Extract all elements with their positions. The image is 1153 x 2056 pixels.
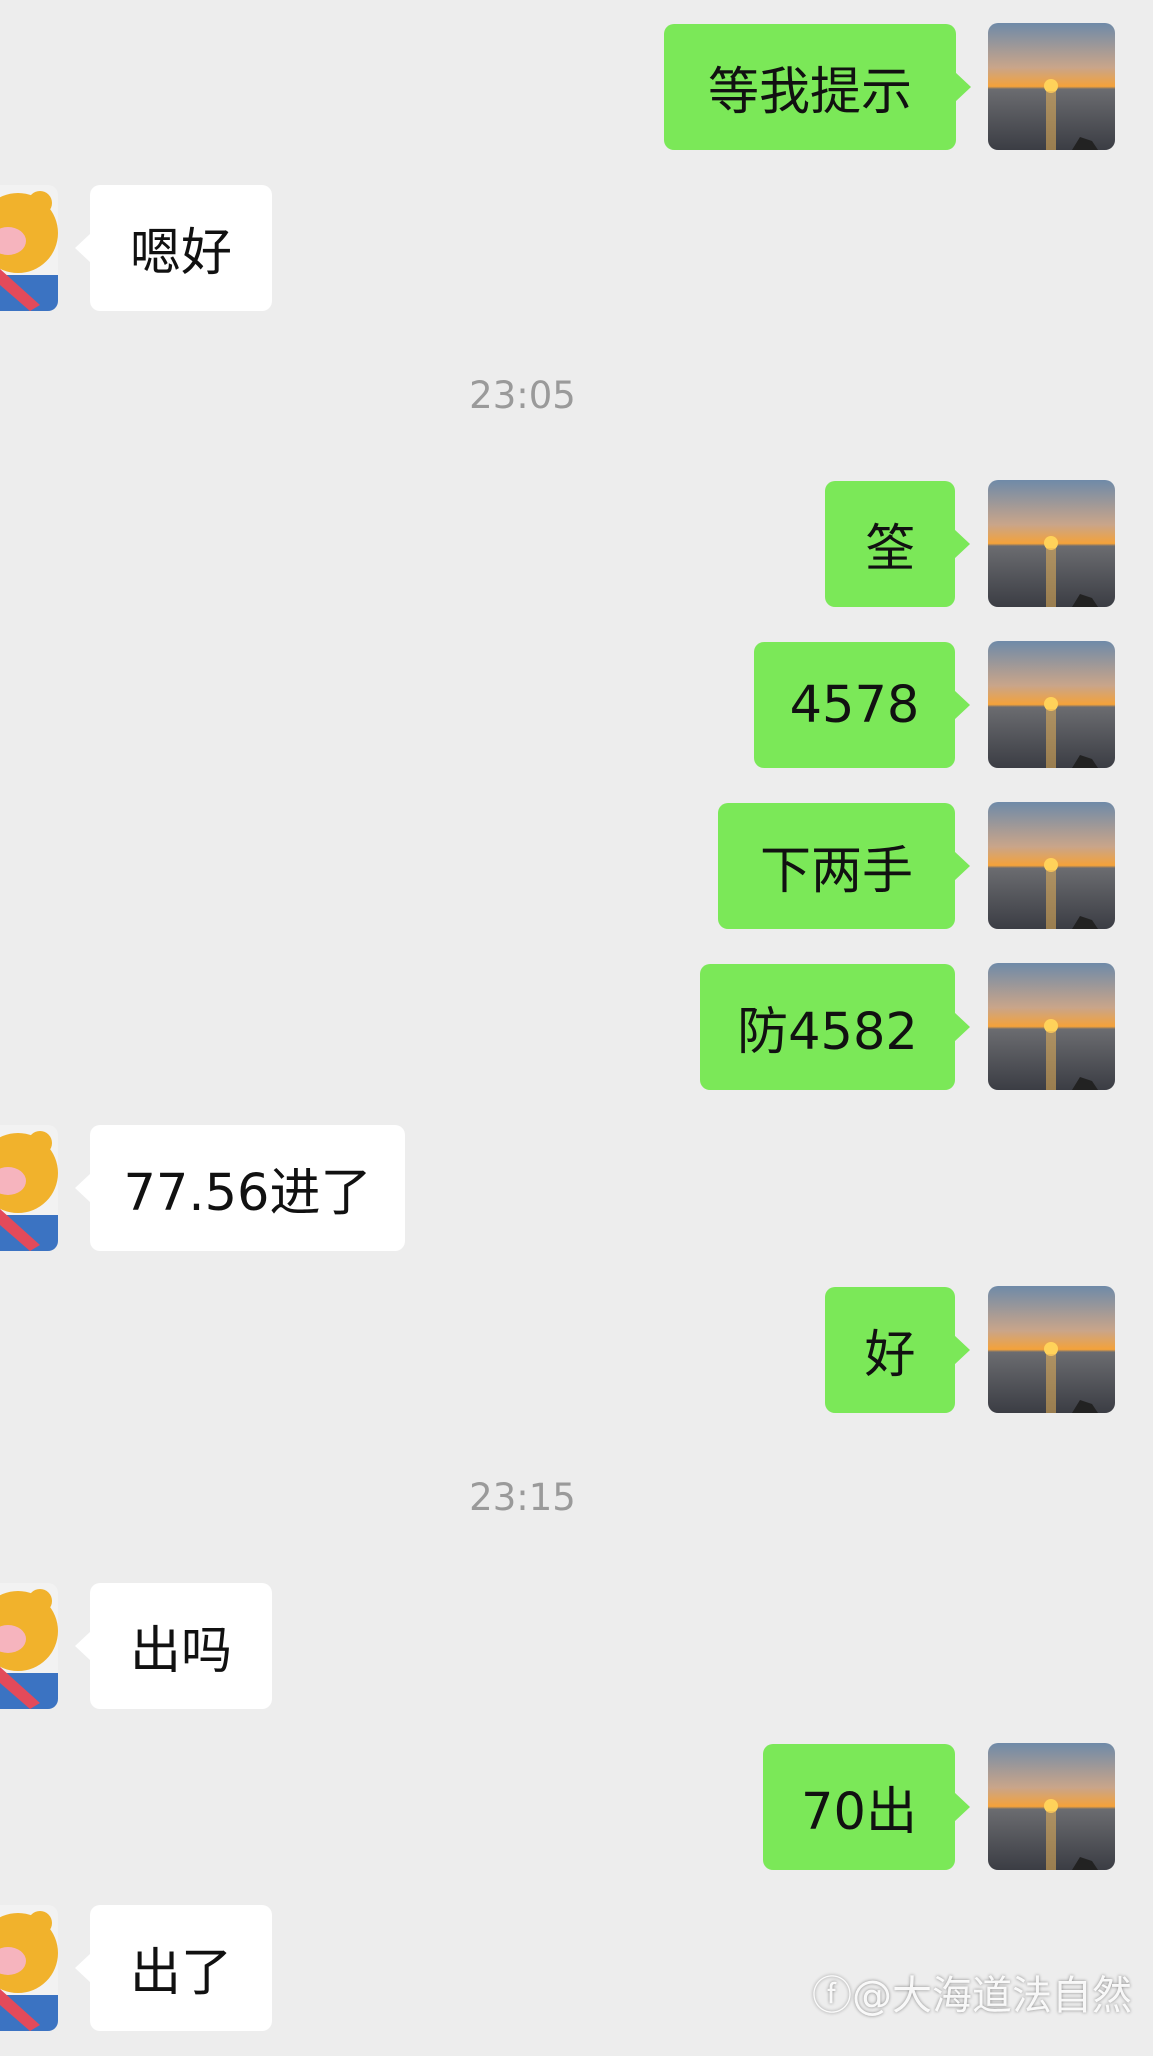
- sunset-avatar-icon[interactable]: [988, 1286, 1115, 1413]
- message-text: 筌: [864, 520, 916, 579]
- message-text: 70出: [801, 1783, 917, 1842]
- sunset-avatar-icon[interactable]: [988, 963, 1115, 1090]
- message-text: 出吗: [129, 1622, 232, 1681]
- message-bubble-incoming[interactable]: 77.56进了: [75, 1125, 405, 1251]
- message-timestamp: 23:05: [469, 374, 576, 417]
- bear-avatar-icon[interactable]: [0, 1905, 58, 2031]
- message-bubble-incoming[interactable]: 出吗: [75, 1583, 272, 1709]
- message-text: 下两手: [759, 842, 913, 901]
- bear-avatar-icon[interactable]: [0, 1583, 58, 1709]
- message-bubble-incoming[interactable]: 出了: [75, 1905, 272, 2031]
- message-bubble-incoming[interactable]: 嗯好: [75, 185, 272, 311]
- message-timestamp: 23:15: [469, 1476, 576, 1519]
- message-bubble-outgoing[interactable]: 70出: [763, 1744, 970, 1870]
- message-text: 4578: [789, 675, 920, 735]
- sunset-avatar-icon[interactable]: [988, 23, 1115, 150]
- message-bubble-outgoing[interactable]: 好: [825, 1287, 970, 1413]
- sunset-avatar-icon[interactable]: [988, 480, 1115, 607]
- bear-avatar-icon[interactable]: [0, 1125, 58, 1251]
- bear-avatar-icon[interactable]: [0, 185, 58, 311]
- watermark: ⓕ@大海道法自然: [812, 1963, 1132, 2021]
- sunset-avatar-icon[interactable]: [988, 1743, 1115, 1870]
- sunset-avatar-icon[interactable]: [988, 641, 1115, 768]
- message-bubble-outgoing[interactable]: 4578: [754, 642, 970, 768]
- message-text: 出了: [129, 1944, 232, 2003]
- message-text: 防4582: [737, 1003, 918, 1062]
- watermark-text: @大海道法自然: [852, 1973, 1132, 2019]
- sunset-avatar-icon[interactable]: [988, 802, 1115, 929]
- message-text: 等我提示: [707, 63, 912, 122]
- message-text: 77.56进了: [123, 1164, 372, 1223]
- message-text: 嗯好: [129, 224, 232, 283]
- watermark-logo-icon: ⓕ: [812, 1973, 852, 2019]
- message-text: 好: [864, 1326, 916, 1385]
- message-bubble-outgoing[interactable]: 筌: [825, 481, 970, 607]
- message-bubble-outgoing[interactable]: 等我提示: [664, 24, 971, 150]
- message-bubble-outgoing[interactable]: 防4582: [700, 964, 970, 1090]
- message-bubble-outgoing[interactable]: 下两手: [718, 803, 970, 929]
